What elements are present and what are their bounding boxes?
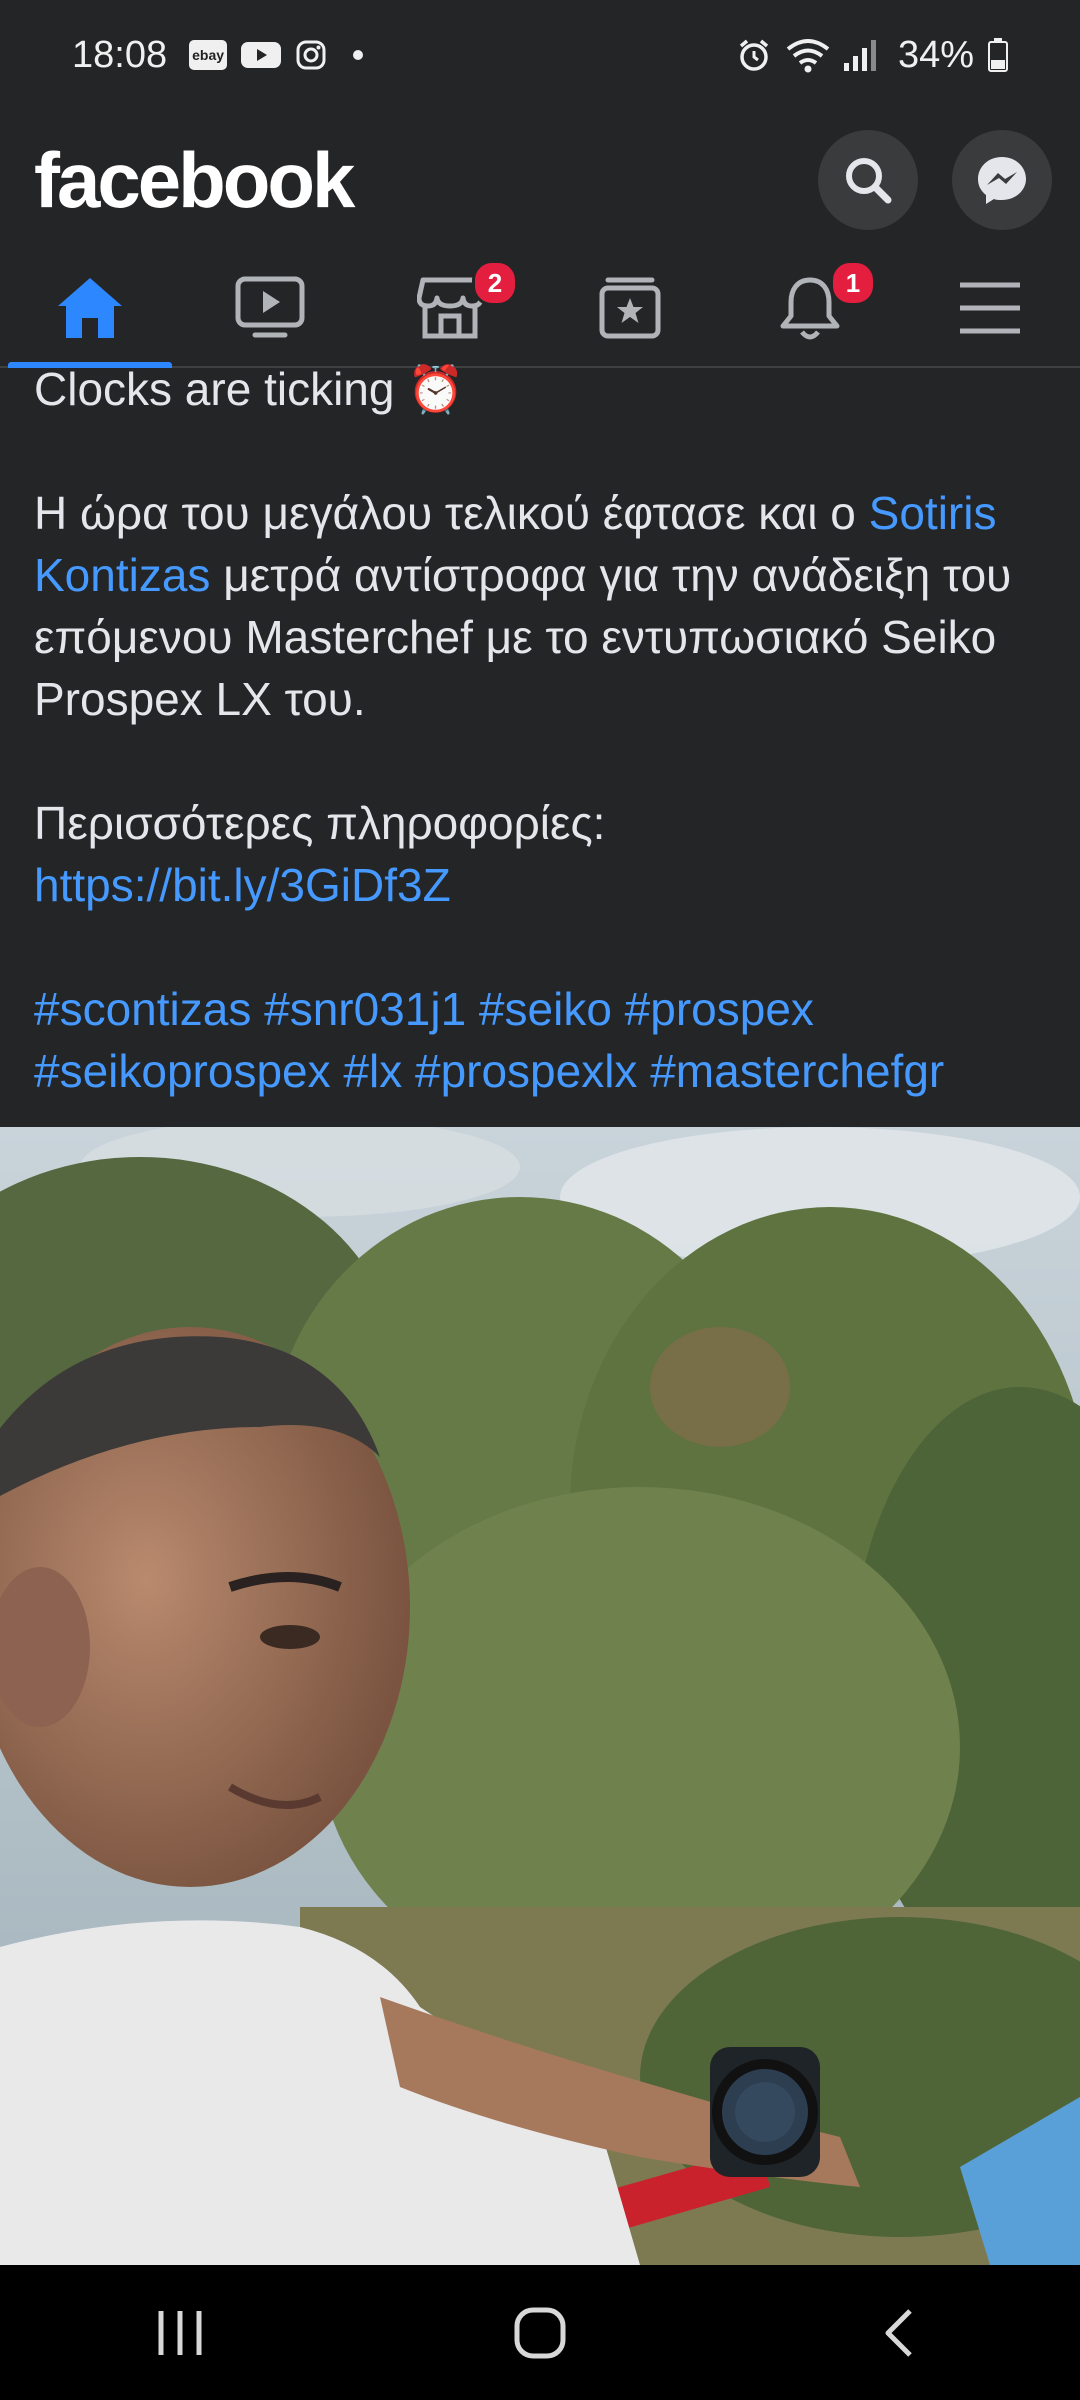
status-bar: 18:08 ebay 34% xyxy=(0,0,1080,110)
alarm-icon xyxy=(739,39,769,71)
tab-menu[interactable] xyxy=(900,250,1080,366)
battery-icon xyxy=(988,38,1008,72)
search-button[interactable] xyxy=(818,130,918,230)
screen: 18:08 ebay 34% facebook 2 1 Clocks are t… xyxy=(0,0,1080,2400)
hashtags-line-2[interactable]: #seikoprospex #lx #prospexlx #masterchef… xyxy=(34,1040,1064,1102)
hashtags-line-1[interactable]: #scontizas #snr031j1 #seiko #prospex xyxy=(34,978,1064,1040)
hamburger-menu-icon xyxy=(960,282,1020,334)
home-circle-icon xyxy=(514,2307,566,2358)
video-icon xyxy=(235,276,305,338)
recent-apps-icon xyxy=(158,2310,202,2355)
tab-watch[interactable] xyxy=(180,250,360,366)
facebook-logo[interactable]: facebook xyxy=(34,135,355,226)
post-url-link[interactable]: https://bit.ly/3GiDf3Z xyxy=(34,859,451,911)
more-notifications-dot xyxy=(353,50,364,60)
notifications-badge: 1 xyxy=(830,260,876,306)
clock: 18:08 xyxy=(72,33,168,76)
saved-icon xyxy=(599,277,661,339)
back-chevron-icon xyxy=(885,2308,912,2357)
signal-icon xyxy=(843,40,876,71)
recent-apps-button[interactable] xyxy=(120,2283,240,2383)
messenger-icon xyxy=(978,157,1026,204)
post-intro-text: Η ώρα του μεγάλου τελικού έφτασε και ο xyxy=(34,487,869,539)
post-photo[interactable] xyxy=(0,1127,1080,2265)
search-icon xyxy=(846,158,892,204)
home-button[interactable] xyxy=(480,2283,600,2383)
status-bar-left: 18:08 ebay xyxy=(72,33,364,77)
main-tabs: 2 1 xyxy=(0,250,1080,368)
app-header: facebook xyxy=(0,110,1080,250)
messenger-button[interactable] xyxy=(952,130,1052,230)
back-button[interactable] xyxy=(840,2283,960,2383)
wifi-icon xyxy=(786,39,830,73)
tab-saved[interactable] xyxy=(540,250,720,366)
tab-home[interactable] xyxy=(0,250,180,368)
ebay-notification-icon: ebay xyxy=(189,40,228,70)
marketplace-badge: 2 xyxy=(472,260,518,306)
post-text: Clocks are ticking ⏰ Η ώρα του μεγάλου τ… xyxy=(34,358,1064,1102)
more-info-label: Περισσότερες πληροφορίες: xyxy=(34,797,606,849)
status-bar-right: 34% xyxy=(736,34,1008,77)
post-paragraph: Η ώρα του μεγάλου τελικού έφτασε και ο S… xyxy=(34,482,1064,730)
system-navigation-bar xyxy=(0,2265,1080,2400)
tab-notifications[interactable]: 1 xyxy=(720,250,900,366)
youtube-notification-icon xyxy=(241,42,282,68)
tab-marketplace[interactable]: 2 xyxy=(360,250,540,366)
instagram-notification-icon xyxy=(296,40,326,70)
post-headline: Clocks are ticking ⏰ xyxy=(34,363,465,415)
battery-percentage: 34% xyxy=(897,33,974,76)
header-actions xyxy=(818,130,1052,230)
photo-illustration xyxy=(0,1127,1080,2265)
home-icon xyxy=(58,278,122,338)
